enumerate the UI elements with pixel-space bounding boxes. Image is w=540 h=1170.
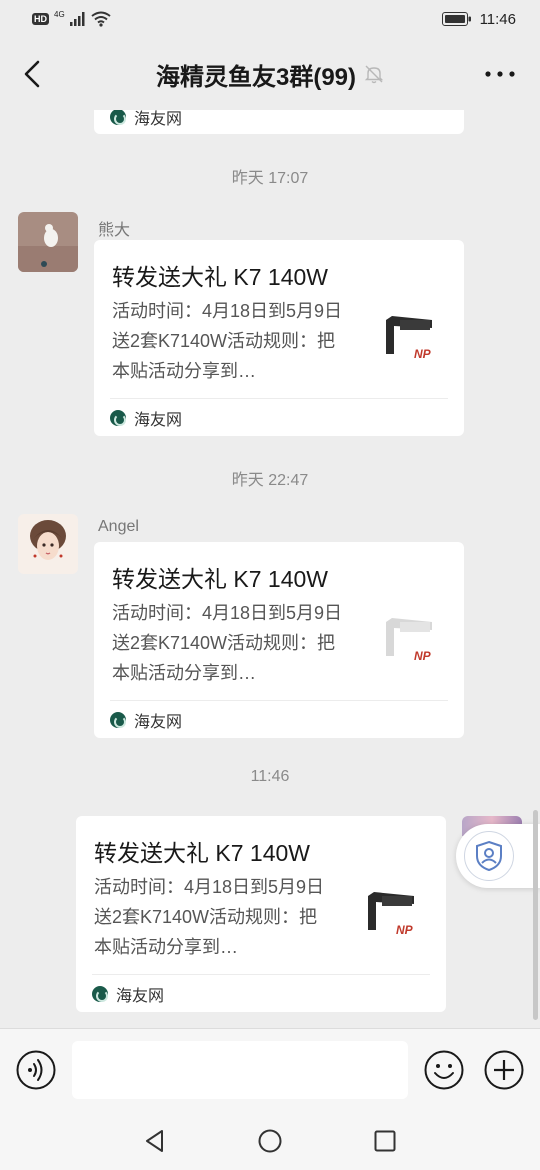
input-bar [0,1028,540,1112]
card-thumbnail: NP [376,604,446,674]
message-timestamp: 11:46 [250,768,290,785]
nav-recents-button[interactable] [372,1128,398,1154]
card-source: 海友网 [110,406,182,430]
avatar-girl-illustration [18,514,78,574]
card-source-label: 海友网 [134,714,183,731]
mute-bell-icon [364,65,384,84]
chat-header: 海精灵鱼友3群(99) [0,38,540,110]
source-logo-icon [92,986,108,1002]
link-card-self[interactable]: 转发送大礼 K7 140W 活动时间：4月18日到5月9日送2套K7140W活动… [76,816,446,1012]
avatar-bear-photo [18,212,78,272]
card-thumbnail: NP [358,878,428,948]
card-source: 海友网 [92,982,164,1006]
battery-icon [441,12,471,26]
sender-name: Angel [98,518,139,535]
back-button[interactable] [14,56,50,92]
hd-badge: HD [32,13,49,25]
card-divider [92,974,430,975]
nav-home-button[interactable] [257,1128,283,1154]
sender-name: 熊大 [98,222,131,239]
message-timestamp: 昨天 17:07 [231,170,309,187]
floating-security-button[interactable] [456,824,540,888]
svg-text:NP: NP [396,923,414,937]
link-card[interactable]: 转发送大礼 K7 140W 活动时间：4月18日到5月9日送2套K7140W活动… [94,542,464,738]
message-timestamp: 昨天 22:47 [231,472,309,489]
card-description: 活动时间：4月18日到5月9日送2套K7140W活动规则：把本贴活动分享到… [112,301,343,381]
card-thumbnail: NP [376,302,446,372]
more-dots-icon [485,71,515,77]
card-title: 转发送大礼 K7 140W [112,264,328,290]
voice-input-button[interactable] [16,1050,56,1090]
chevron-left-icon [24,60,40,88]
message-input[interactable] [72,1041,408,1099]
emoji-icon [424,1050,464,1090]
signal-icon [69,12,85,26]
card-source-label: 海友网 [134,412,183,429]
source-logo-icon [110,712,126,728]
network-label: 4G [54,9,65,19]
card-description: 活动时间：4月18日到5月9日送2套K7140W活动规则：把本贴活动分享到… [94,877,325,957]
plus-icon [484,1050,524,1090]
shield-user-icon [476,840,502,872]
scrollbar[interactable] [533,810,538,1020]
card-title: 转发送大礼 K7 140W [94,840,310,866]
card-source-label: 海友网 [134,111,183,128]
link-card[interactable]: 转发送大礼 K7 140W 活动时间：4月18日到5月9日送2套K7140W活动… [94,240,464,436]
source-logo-icon [110,110,126,125]
emoji-button[interactable] [424,1050,464,1090]
triangle-back-icon [146,1130,163,1152]
voice-icon [16,1050,56,1090]
svg-text:NP: NP [414,347,432,361]
square-recents-icon [374,1130,396,1152]
card-source: 海友网 [110,708,182,732]
wifi-icon [91,11,111,27]
card-divider [110,398,448,399]
avatar[interactable] [18,212,78,272]
chat-message-list[interactable]: 海友网 昨天 17:07 熊大 转发送大礼 K7 140W 活动时间：4月18日… [0,110,540,1028]
source-logo-icon [110,410,126,426]
svg-text:NP: NP [414,649,432,663]
partial-link-card[interactable]: 海友网 [94,110,464,134]
card-title: 转发送大礼 K7 140W [112,566,328,592]
avatar[interactable] [18,514,78,574]
card-source-label: 海友网 [116,988,165,1005]
system-nav-bar [0,1112,540,1170]
status-time: 11:46 [479,10,516,28]
nav-back-button[interactable] [142,1128,168,1154]
more-options-button[interactable] [482,60,518,88]
circle-home-icon [258,1129,282,1153]
more-functions-button[interactable] [484,1050,524,1090]
chat-title: 海精灵鱼友3群(99) [155,63,357,91]
card-divider [110,700,448,701]
card-description: 活动时间：4月18日到5月9日送2套K7140W活动规则：把本贴活动分享到… [112,603,343,683]
status-bar: HD 4G 11:46 [0,0,540,38]
